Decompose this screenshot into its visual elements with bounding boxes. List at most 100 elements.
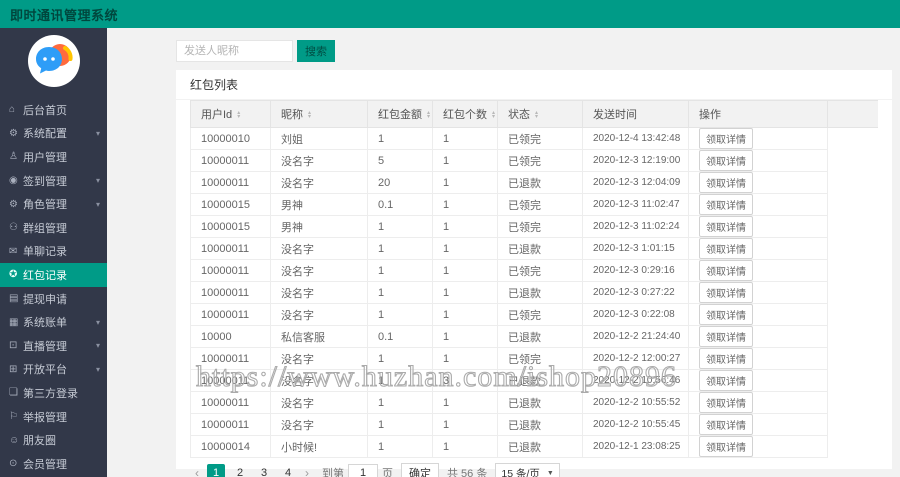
claim-detail-button[interactable]: 领取详情 — [699, 348, 753, 369]
filler-cell — [828, 348, 879, 370]
claim-detail-button[interactable]: 领取详情 — [699, 326, 753, 347]
pagination: ‹ 1234 › 到第 页 确定 共 56 条 15 条/页 ▼ — [176, 458, 892, 477]
filler-cell — [828, 370, 879, 392]
nickname-cell: 私信客服 — [270, 325, 368, 348]
status-cell: 已领完 — [497, 149, 583, 172]
table-row: 10000011 没名字 1 1 已退款 2020-12-2 10:55:45 领取详情 — [190, 413, 879, 436]
filler-cell — [828, 238, 879, 260]
sidebar-item-roles[interactable]: ⚙ 角色管理 ▾ — [0, 192, 107, 216]
prev-page-button[interactable]: ‹ — [190, 466, 204, 477]
column-header[interactable]: 红包金额 ▴ ▾ — [367, 100, 433, 128]
sidebar-item-label: 直播管理 — [23, 340, 67, 353]
claim-detail-button[interactable]: 领取详情 — [699, 304, 753, 325]
amount-cell: 1 — [367, 347, 433, 370]
status-cell: 已领完 — [497, 193, 583, 216]
page-button-1[interactable]: 1 — [207, 464, 225, 477]
sidebar-item-redpacket[interactable]: ✪ 红包记录 — [0, 263, 107, 287]
page-size-value: 15 条/页 — [501, 467, 540, 477]
column-header[interactable]: 昵称 ▴ ▾ — [270, 100, 368, 128]
action-cell: 领取详情 — [688, 237, 828, 260]
time-cell: 2020-12-3 1:01:15 — [582, 237, 689, 260]
sort-icon[interactable]: ▴ ▾ — [308, 110, 311, 120]
nickname-cell: 小时候! — [270, 435, 368, 458]
column-header[interactable]: 红包个数 ▴ ▾ — [432, 100, 498, 128]
count-cell: 1 — [432, 171, 498, 194]
goto-confirm-button[interactable]: 确定 — [401, 463, 439, 477]
search-button[interactable]: 搜索 — [297, 40, 335, 62]
claim-detail-button[interactable]: 领取详情 — [699, 238, 753, 259]
user-id-cell: 10000011 — [190, 413, 271, 436]
report-icon: ⚐ — [9, 411, 18, 423]
goto-page-input[interactable] — [348, 464, 378, 477]
sidebar-item-moments[interactable]: ☺ 朋友圈 — [0, 428, 107, 452]
sidebar-item-platform[interactable]: ⊞ 开放平台 ▾ — [0, 358, 107, 382]
next-page-button[interactable]: › — [300, 466, 314, 477]
chevron-down-icon: ▾ — [95, 364, 100, 374]
sidebar-item-label: 单聊记录 — [23, 246, 67, 259]
sidebar-item-live[interactable]: ⊡ 直播管理 ▾ — [0, 334, 107, 358]
time-cell: 2020-12-2 21:24:40 — [582, 325, 689, 348]
sort-icon[interactable]: ▴ ▾ — [427, 110, 430, 120]
claim-detail-button[interactable]: 领取详情 — [699, 150, 753, 171]
action-cell: 领取详情 — [688, 215, 828, 238]
sidebar-item-withdraw[interactable]: ▤ 提现申请 — [0, 287, 107, 311]
sidebar-item-gear[interactable]: ⚙ 系统配置 ▾ — [0, 122, 107, 146]
amount-cell: 1 — [367, 413, 433, 436]
claim-detail-button[interactable]: 领取详情 — [699, 436, 753, 457]
claim-detail-button[interactable]: 领取详情 — [699, 370, 753, 391]
sort-icon[interactable]: ▴ ▾ — [535, 110, 538, 120]
nickname-cell: 没名字 — [270, 347, 368, 370]
status-cell: 已退款 — [497, 413, 583, 436]
sidebar-item-user[interactable]: ♙ 用户管理 — [0, 145, 107, 169]
claim-detail-button[interactable]: 领取详情 — [699, 260, 753, 281]
page-button-4[interactable]: 4 — [279, 464, 297, 477]
count-cell: 1 — [432, 325, 498, 348]
table-row: 10000015 男神 1 1 已领完 2020-12-3 11:02:24 领取详情 — [190, 215, 879, 238]
sidebar-item-thirdparty[interactable]: ❏ 第三方登录 — [0, 381, 107, 405]
sidebar-item-member[interactable]: ⊙ 会员管理 — [0, 452, 107, 476]
sort-icon[interactable]: ▴ ▾ — [237, 110, 240, 120]
claim-detail-button[interactable]: 领取详情 — [699, 414, 753, 435]
moments-icon: ☺ — [9, 434, 20, 446]
column-header: 发送时间 — [582, 100, 689, 128]
count-cell: 1 — [432, 259, 498, 282]
sidebar-item-bill[interactable]: ▦ 系统账单 ▾ — [0, 310, 107, 334]
sidebar-item-checkin[interactable]: ◉ 签到管理 ▾ — [0, 169, 107, 193]
sidebar-item-chat[interactable]: ✉ 单聊记录 — [0, 240, 107, 264]
table-row: 10000011 没名字 20 1 已退款 2020-12-3 12:04:09 领取详情 — [190, 171, 879, 194]
time-cell: 2020-12-3 0:22:08 — [582, 303, 689, 326]
claim-detail-button[interactable]: 领取详情 — [699, 128, 753, 149]
column-header[interactable]: 用户Id ▴ ▾ — [190, 100, 271, 128]
table-row: 10000014 小时候! 1 1 已退款 2020-12-1 23:08:25 领取详情 — [190, 435, 879, 458]
user-id-cell: 10000011 — [190, 171, 271, 194]
claim-detail-button[interactable]: 领取详情 — [699, 172, 753, 193]
filler-cell — [828, 150, 879, 172]
claim-detail-button[interactable]: 领取详情 — [699, 216, 753, 237]
page-size-select[interactable]: 15 条/页 ▼ — [495, 463, 560, 477]
page-button-2[interactable]: 2 — [231, 464, 249, 477]
time-cell: 2020-12-3 11:02:47 — [582, 193, 689, 216]
filler-cell — [828, 304, 879, 326]
nickname-cell: 没名字 — [270, 149, 368, 172]
count-cell: 1 — [432, 127, 498, 150]
filler-cell — [828, 128, 879, 150]
claim-detail-button[interactable]: 领取详情 — [699, 194, 753, 215]
main-content: 搜索 红包列表 用户Id▴▾昵称▴▾红包金额▴▾红包个数▴▾状态▴▾发送时间操作… — [107, 28, 900, 477]
action-cell: 领取详情 — [688, 369, 828, 392]
claim-detail-button[interactable]: 领取详情 — [699, 392, 753, 413]
user-id-cell: 10000011 — [190, 149, 271, 172]
nickname-cell: 男神 — [270, 215, 368, 238]
sidebar-item-report[interactable]: ⚐ 举报管理 — [0, 405, 107, 429]
column-header[interactable]: 状态 ▴ ▾ — [497, 100, 583, 128]
bill-icon: ▦ — [9, 316, 19, 328]
sidebar-item-group[interactable]: ⚇ 群组管理 — [0, 216, 107, 240]
table-row: 10000011 没名字 1 1 已领完 2020-12-3 0:29:16 领取详情 — [190, 259, 879, 282]
sidebar-item-home[interactable]: ⌂ 后台首页 — [0, 98, 107, 122]
count-cell: 1 — [432, 237, 498, 260]
sort-icon[interactable]: ▴ ▾ — [492, 110, 495, 120]
search-input[interactable] — [176, 40, 293, 62]
sidebar-item-label: 系统账单 — [23, 317, 67, 330]
claim-detail-button[interactable]: 领取详情 — [699, 282, 753, 303]
page-button-3[interactable]: 3 — [255, 464, 273, 477]
table-row: 10000011 没名字 1 1 已退款 2020-12-2 10:55:52 领取详情 — [190, 391, 879, 414]
